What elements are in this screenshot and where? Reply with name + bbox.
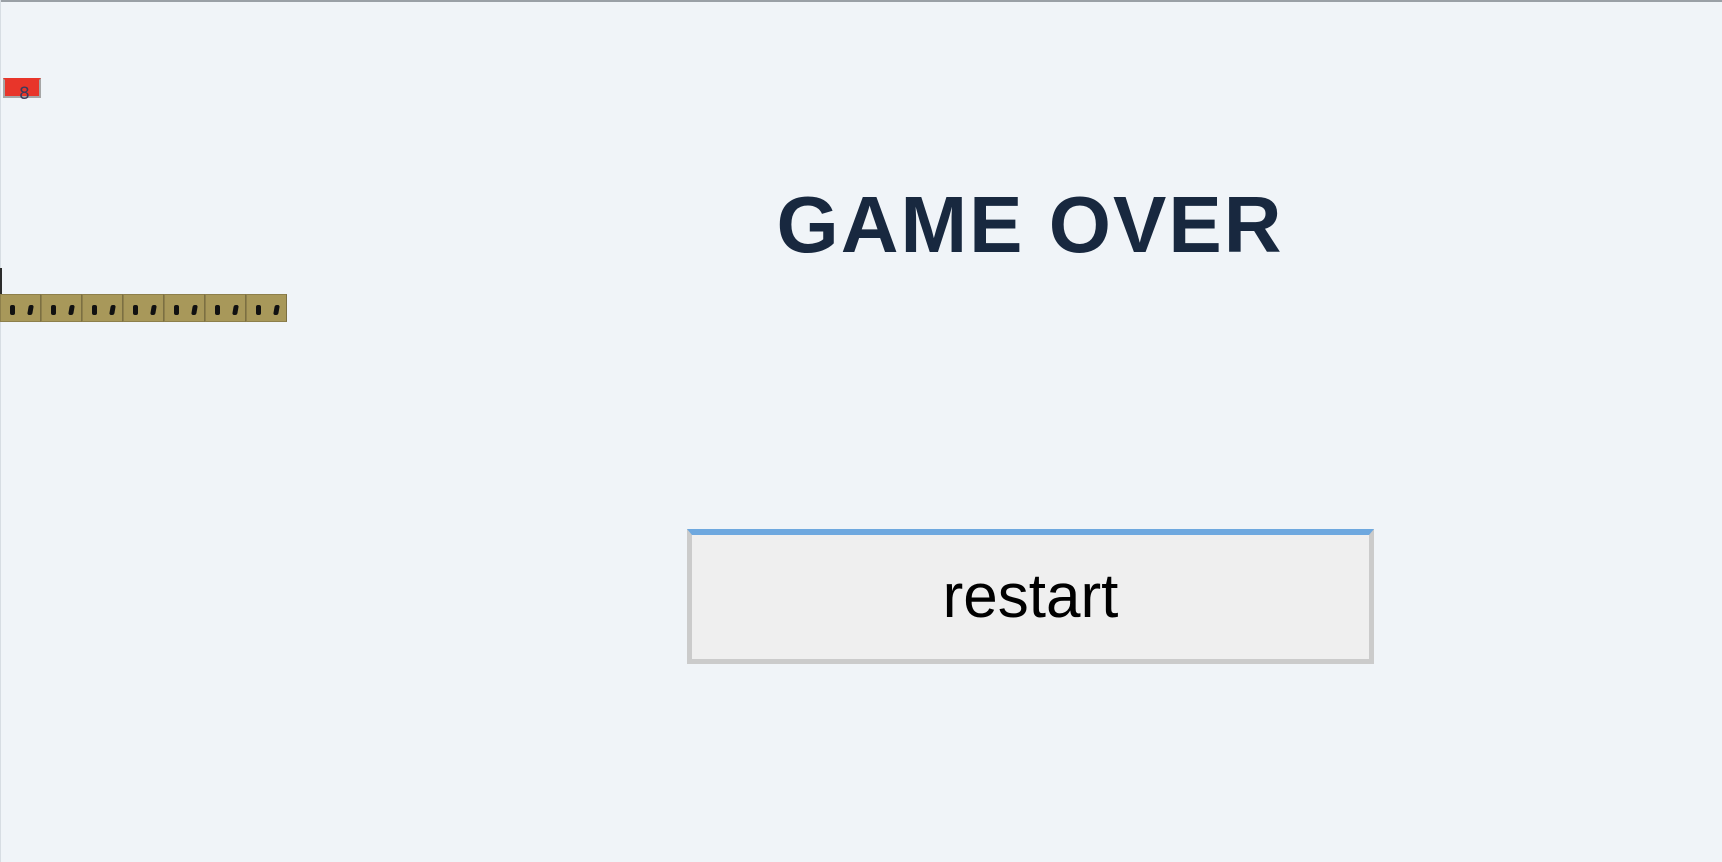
snake-segment	[41, 294, 82, 322]
restart-button[interactable]: restart	[687, 529, 1374, 664]
snake-segment	[123, 294, 164, 322]
snake-segment	[82, 294, 123, 322]
snake-segment	[246, 294, 287, 322]
score-value: 8	[19, 84, 30, 104]
snake-segment	[164, 294, 205, 322]
snake-segment	[205, 294, 246, 322]
snake-body	[0, 294, 287, 322]
score-badge: 8	[3, 78, 41, 103]
top-border	[0, 0, 1722, 2]
snake-tail-marker	[0, 268, 2, 294]
left-border	[0, 0, 1, 862]
snake-segment	[0, 294, 41, 322]
game-over-title: GAME OVER	[776, 180, 1284, 269]
